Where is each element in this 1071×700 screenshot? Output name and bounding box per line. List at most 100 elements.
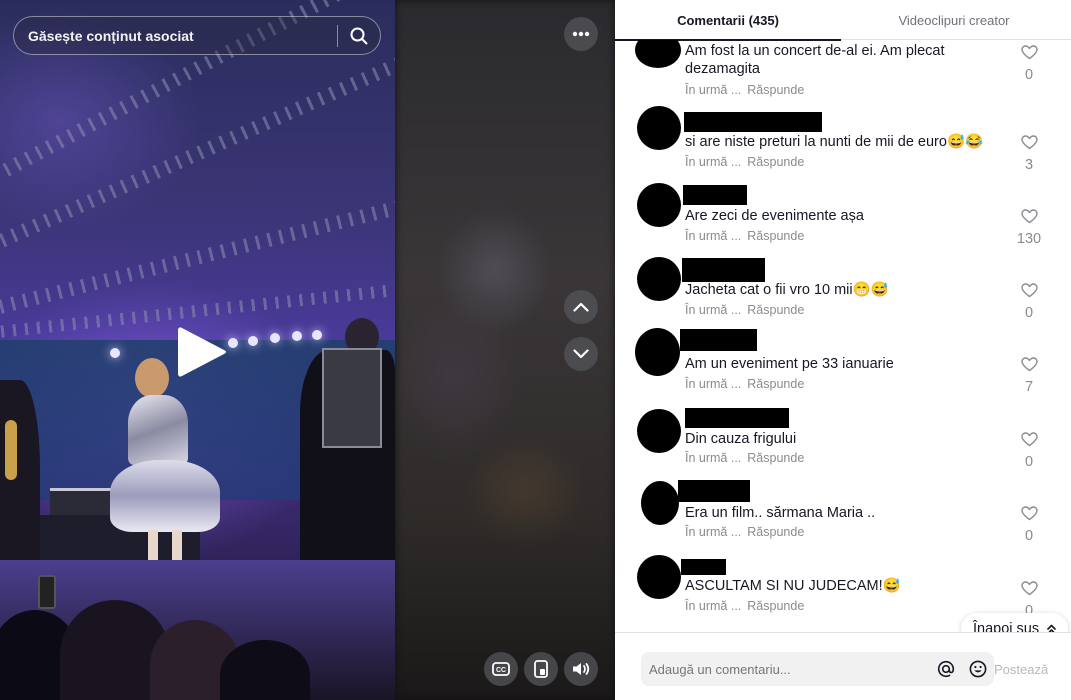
- comment-text: Era un film.. sărmana Maria ..: [685, 505, 876, 521]
- like-count: 0: [1024, 305, 1034, 321]
- comment-item: Era un film.. sărmana Maria .. În urmă .…: [615, 478, 1071, 552]
- previous-video-button[interactable]: [564, 290, 598, 324]
- comment-time: În urmă ...: [685, 599, 742, 613]
- comment-list: Am fost la un concert de-al ei. Am pleca…: [615, 40, 1071, 632]
- comment-text: Din cauza frigului: [685, 431, 797, 447]
- author-name-redacted: [680, 329, 757, 351]
- heart-icon: [1020, 209, 1038, 224]
- tab-creator-videos[interactable]: Videoclipuri creator: [841, 0, 1067, 40]
- play-icon: [178, 327, 226, 377]
- comment-meta: În urmă ... Răspunde: [685, 229, 804, 243]
- comment-text: Am fost la un concert de-al ei. Am pleca…: [685, 43, 945, 77]
- comment-composer: Postează: [615, 632, 1071, 700]
- like-button[interactable]: 130: [1011, 209, 1047, 247]
- comments-panel: Comentarii (435) Videoclipuri creator Am…: [615, 0, 1071, 700]
- comment-time: În urmă ...: [685, 83, 742, 97]
- reply-button[interactable]: Răspunde: [747, 229, 804, 243]
- avatar[interactable]: [637, 409, 681, 453]
- captions-button[interactable]: CC: [484, 652, 518, 686]
- app-root: CC Comentarii (435) Videoclipuri creator: [0, 0, 1071, 700]
- heart-icon: [1020, 283, 1038, 298]
- comment-time: În urmă ...: [685, 451, 742, 465]
- like-count: 3: [1024, 157, 1034, 173]
- heart-icon: [1020, 45, 1038, 60]
- comment-time: În urmă ...: [685, 377, 742, 391]
- reply-button[interactable]: Răspunde: [747, 599, 804, 613]
- author-name-redacted: [682, 258, 765, 282]
- comment-input-wrapper: [641, 652, 994, 686]
- comment-text: Jacheta cat o fii vro 10 mii😁😅: [685, 282, 889, 298]
- author-name-redacted: [685, 408, 789, 428]
- heart-icon: [1020, 506, 1038, 521]
- next-video-button[interactable]: [564, 337, 598, 371]
- volume-button[interactable]: [564, 652, 598, 686]
- like-button[interactable]: 0: [1011, 283, 1047, 321]
- like-button[interactable]: 0: [1011, 506, 1047, 544]
- comment-meta: În urmă ... Răspunde: [685, 377, 804, 391]
- avatar[interactable]: [637, 555, 681, 599]
- heart-icon: [1020, 432, 1038, 447]
- emoji-button[interactable]: [962, 652, 994, 686]
- mention-button[interactable]: [930, 652, 962, 686]
- comment-text: Am un eveniment pe 33 ianuarie: [685, 356, 894, 372]
- more-horizontal-icon: [572, 31, 590, 37]
- chevron-down-icon: [573, 349, 589, 359]
- tab-comments[interactable]: Comentarii (435): [615, 0, 841, 41]
- comment-text: ASCULTAM SI NU JUDECAM!😅: [685, 578, 901, 594]
- avatar[interactable]: [635, 40, 681, 68]
- comment-meta: În urmă ... Răspunde: [685, 155, 804, 169]
- reply-button[interactable]: Răspunde: [747, 525, 804, 539]
- search-input[interactable]: [14, 27, 337, 44]
- comment-item: Am fost la un concert de-al ei. Am pleca…: [615, 40, 1071, 102]
- reply-button[interactable]: Răspunde: [747, 303, 804, 317]
- comment-time: În urmă ...: [685, 525, 742, 539]
- like-button[interactable]: 3: [1011, 135, 1047, 173]
- more-options-button[interactable]: [564, 17, 598, 51]
- author-name-redacted: [684, 112, 822, 132]
- heart-icon: [1020, 581, 1038, 596]
- post-button[interactable]: Postează: [994, 652, 1048, 686]
- comment-input[interactable]: [641, 661, 930, 677]
- play-button[interactable]: [176, 324, 228, 380]
- avatar[interactable]: [641, 481, 679, 525]
- search-icon: [350, 27, 368, 44]
- comment-time: În urmă ...: [685, 229, 742, 243]
- back-to-top-button[interactable]: Înapoi sus: [961, 613, 1069, 632]
- comment-time: În urmă ...: [685, 155, 742, 169]
- reply-button[interactable]: Răspunde: [747, 451, 804, 465]
- avatar[interactable]: [635, 328, 680, 376]
- comment-meta: În urmă ... Răspunde: [685, 525, 804, 539]
- comment-text: si are niste preturi la nunti de mii de …: [685, 134, 984, 150]
- comment-meta: În urmă ... Răspunde: [685, 599, 804, 613]
- comment-item: si are niste preturi la nunti de mii de …: [615, 104, 1071, 178]
- comment-meta: În urmă ... Răspunde: [685, 451, 804, 465]
- chevron-up-icon: [573, 302, 589, 312]
- volume-icon: [573, 663, 590, 675]
- captions-icon: CC: [492, 662, 510, 676]
- avatar[interactable]: [637, 106, 681, 150]
- like-count: 0: [1024, 67, 1034, 83]
- comment-item: Jacheta cat o fii vro 10 mii😁😅 În urmă .…: [615, 256, 1071, 330]
- reply-button[interactable]: Răspunde: [747, 377, 804, 391]
- like-count: 0: [1024, 528, 1034, 544]
- avatar[interactable]: [637, 257, 681, 301]
- video-player[interactable]: [0, 0, 395, 700]
- comment-item: Am un eveniment pe 33 ianuarie În urmă .…: [615, 328, 1071, 402]
- like-button[interactable]: 0: [1011, 432, 1047, 470]
- like-count: 0: [1024, 454, 1034, 470]
- reply-button[interactable]: Răspunde: [747, 83, 804, 97]
- comment-item: Are zeci de evenimente așa În urmă ... R…: [615, 182, 1071, 256]
- reply-button[interactable]: Răspunde: [747, 155, 804, 169]
- search-button[interactable]: [338, 16, 380, 55]
- comment-meta: În urmă ... Răspunde: [685, 83, 804, 97]
- comment-item: Din cauza frigului În urmă ... Răspunde …: [615, 408, 1071, 482]
- emoji-icon: [969, 660, 987, 678]
- comment-text: Are zeci de evenimente așa: [685, 208, 864, 224]
- avatar[interactable]: [637, 183, 681, 227]
- like-button[interactable]: 7: [1011, 357, 1047, 395]
- heart-icon: [1020, 135, 1038, 150]
- heart-icon: [1020, 357, 1038, 372]
- picture-in-picture-icon: [534, 660, 548, 678]
- like-button[interactable]: 0: [1011, 45, 1047, 83]
- picture-in-picture-button[interactable]: [524, 652, 558, 686]
